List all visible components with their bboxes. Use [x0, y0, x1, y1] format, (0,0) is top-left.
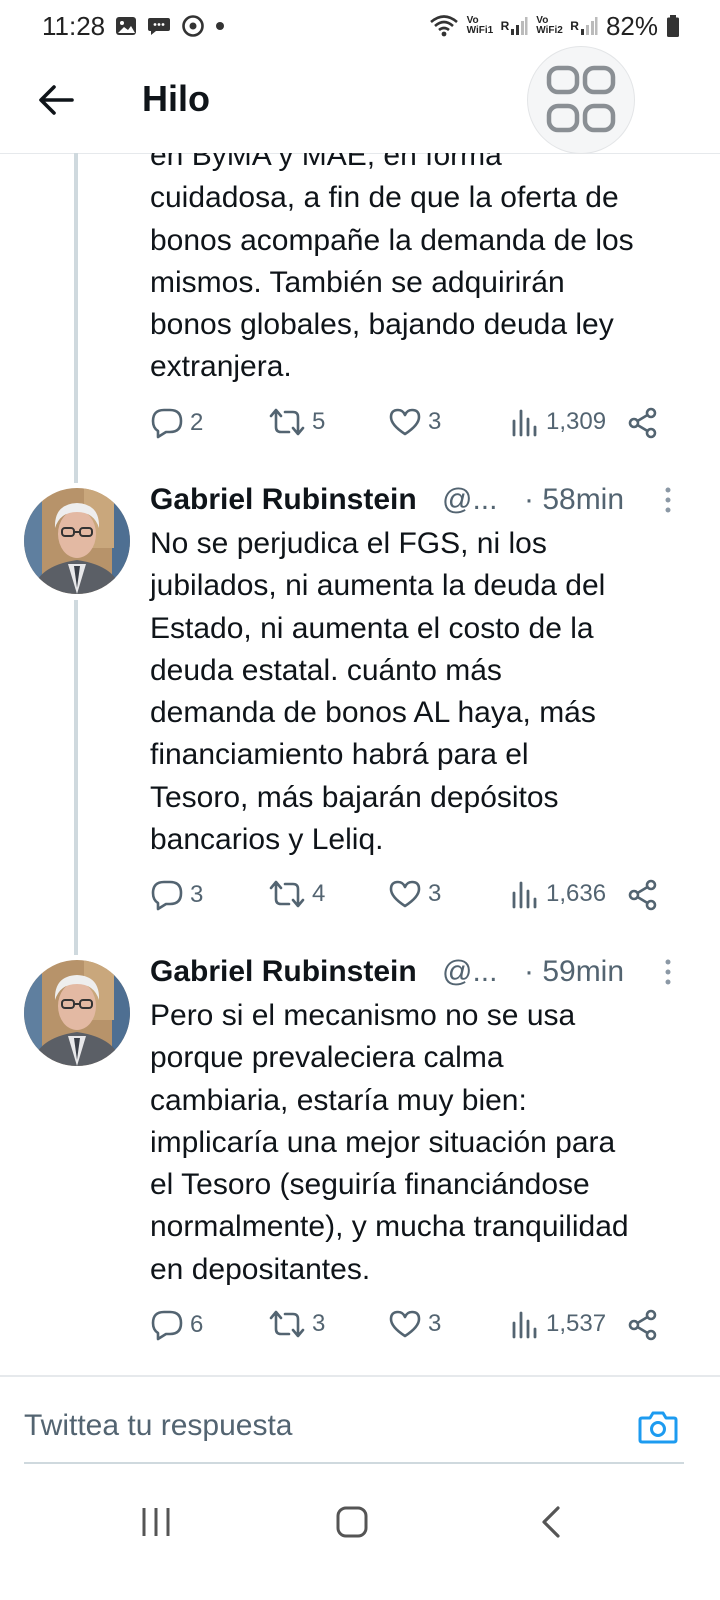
like-icon: [389, 1310, 421, 1338]
system-navigation-bar: [0, 1466, 720, 1600]
battery-percent: 82%: [605, 10, 658, 41]
retweet-count: 4: [312, 880, 326, 907]
like-count: 3: [428, 1310, 442, 1337]
camera-icon: [638, 1411, 678, 1444]
back-icon: [542, 1506, 560, 1538]
page-title: Hilo: [142, 78, 210, 119]
share-button[interactable]: [628, 1309, 658, 1341]
tweet-actions: 6 3 3 1,537: [150, 1309, 670, 1349]
views-icon: [512, 1311, 537, 1339]
thread-content[interactable]: en ByMA y MAE, en forma cuidadosa, a fin…: [0, 153, 720, 1375]
reply-button[interactable]: 2: [150, 407, 203, 439]
reply-count: 6: [190, 1311, 204, 1338]
tweet-text: en ByMA y MAE, en forma cuidadosa, a fin…: [150, 153, 634, 384]
reply-icon: [151, 408, 183, 439]
battery-icon: [666, 14, 680, 38]
tweet-time[interactable]: · 59min: [524, 955, 624, 989]
apps-grid-icon: [546, 65, 616, 133]
retweet-icon: [269, 408, 305, 436]
views-button[interactable]: 1,636: [510, 879, 606, 909]
home-icon: [336, 1506, 368, 1538]
views-button[interactable]: 1,309: [510, 407, 606, 437]
chat-notification-icon: [147, 15, 171, 37]
avatar[interactable]: [24, 960, 130, 1066]
signal-2-icon: R: [570, 15, 598, 37]
reply-icon: [151, 1310, 183, 1341]
views-button[interactable]: 1,537: [510, 1309, 606, 1339]
tweet-actions: 2 5 3 1,309: [150, 407, 670, 447]
author-handle[interactable]: @...: [442, 955, 497, 989]
views-count: 1,537: [546, 1310, 607, 1337]
share-icon: [628, 1309, 657, 1341]
apps-grid-button[interactable]: [527, 46, 635, 154]
retweet-count: 3: [312, 1310, 326, 1337]
reply-button[interactable]: 3: [150, 879, 203, 911]
camera-button[interactable]: [638, 1409, 678, 1445]
recents-icon: [142, 1508, 170, 1536]
retweet-count: 5: [312, 408, 326, 435]
system-back-button[interactable]: [536, 1502, 566, 1542]
reply-count: 2: [190, 409, 204, 436]
thread-header: Hilo: [0, 46, 720, 154]
avatar[interactable]: [24, 488, 130, 594]
views-icon: [512, 881, 537, 909]
home-button[interactable]: [334, 1502, 370, 1542]
sync-notification-icon: [181, 14, 205, 38]
retweet-icon: [269, 880, 305, 908]
views-icon: [512, 409, 537, 437]
share-button[interactable]: [628, 879, 658, 911]
reply-button[interactable]: 6: [150, 1309, 203, 1341]
retweet-button[interactable]: 3: [268, 1309, 325, 1339]
like-count: 3: [428, 880, 442, 907]
status-time: 11:28: [42, 10, 106, 41]
retweet-button[interactable]: 4: [268, 879, 325, 909]
tweet-actions: 3 4 3 1,636: [150, 879, 670, 919]
like-count: 3: [428, 408, 442, 435]
reply-icon: [151, 880, 183, 911]
reply-composer[interactable]: Twittea tu respuesta: [0, 1375, 720, 1465]
reply-input[interactable]: Twittea tu respuesta: [24, 1409, 292, 1443]
roaming-mark: R: [500, 19, 510, 33]
views-count: 1,309: [546, 408, 607, 435]
signal-1-icon: R: [501, 15, 529, 37]
recents-button[interactable]: [136, 1502, 176, 1542]
retweet-icon: [269, 1310, 305, 1338]
vowifi2-label: Vo WiFi2: [536, 15, 563, 36]
back-button[interactable]: [34, 78, 78, 122]
like-icon: [389, 408, 421, 436]
thread-line: [74, 600, 78, 955]
share-icon: [628, 879, 657, 911]
share-icon: [628, 407, 657, 439]
tweet-text: No se perjudica el FGS, ni los jubilados…: [150, 527, 606, 857]
tweet-header: Gabriel Rubinstein @... · 58min: [150, 483, 690, 523]
roaming-mark: R: [570, 19, 579, 33]
wifi-icon: [429, 14, 459, 38]
vowifi1-label: Vo WiFi1: [466, 15, 494, 36]
tweet-text: Pero si el mecanismo no se usa porque pr…: [150, 999, 629, 1286]
more-button[interactable]: [660, 485, 676, 515]
reply-count: 3: [190, 881, 204, 908]
tweet-time[interactable]: · 58min: [524, 483, 624, 517]
author-name[interactable]: Gabriel Rubinstein: [150, 955, 417, 989]
thread-line: [74, 153, 78, 483]
views-count: 1,636: [546, 880, 607, 907]
retweet-button[interactable]: 5: [268, 407, 325, 437]
like-button[interactable]: 3: [388, 1309, 441, 1339]
more-button[interactable]: [660, 957, 676, 987]
reply-underline: [24, 1462, 684, 1464]
like-icon: [389, 880, 421, 908]
notification-dot-icon: [215, 21, 225, 31]
status-bar: 11:28 Vo WiFi1 R Vo WiFi2 R 82%: [0, 0, 720, 52]
author-handle[interactable]: @...: [442, 483, 497, 517]
gallery-notification-icon: [115, 15, 137, 37]
more-icon: [665, 487, 671, 513]
like-button[interactable]: 3: [388, 407, 441, 437]
like-button[interactable]: 3: [388, 879, 441, 909]
tweet-header: Gabriel Rubinstein @... · 59min: [150, 955, 690, 995]
author-name[interactable]: Gabriel Rubinstein: [150, 483, 417, 517]
back-arrow-icon: [39, 85, 74, 115]
share-button[interactable]: [628, 407, 658, 439]
more-icon: [665, 959, 671, 985]
